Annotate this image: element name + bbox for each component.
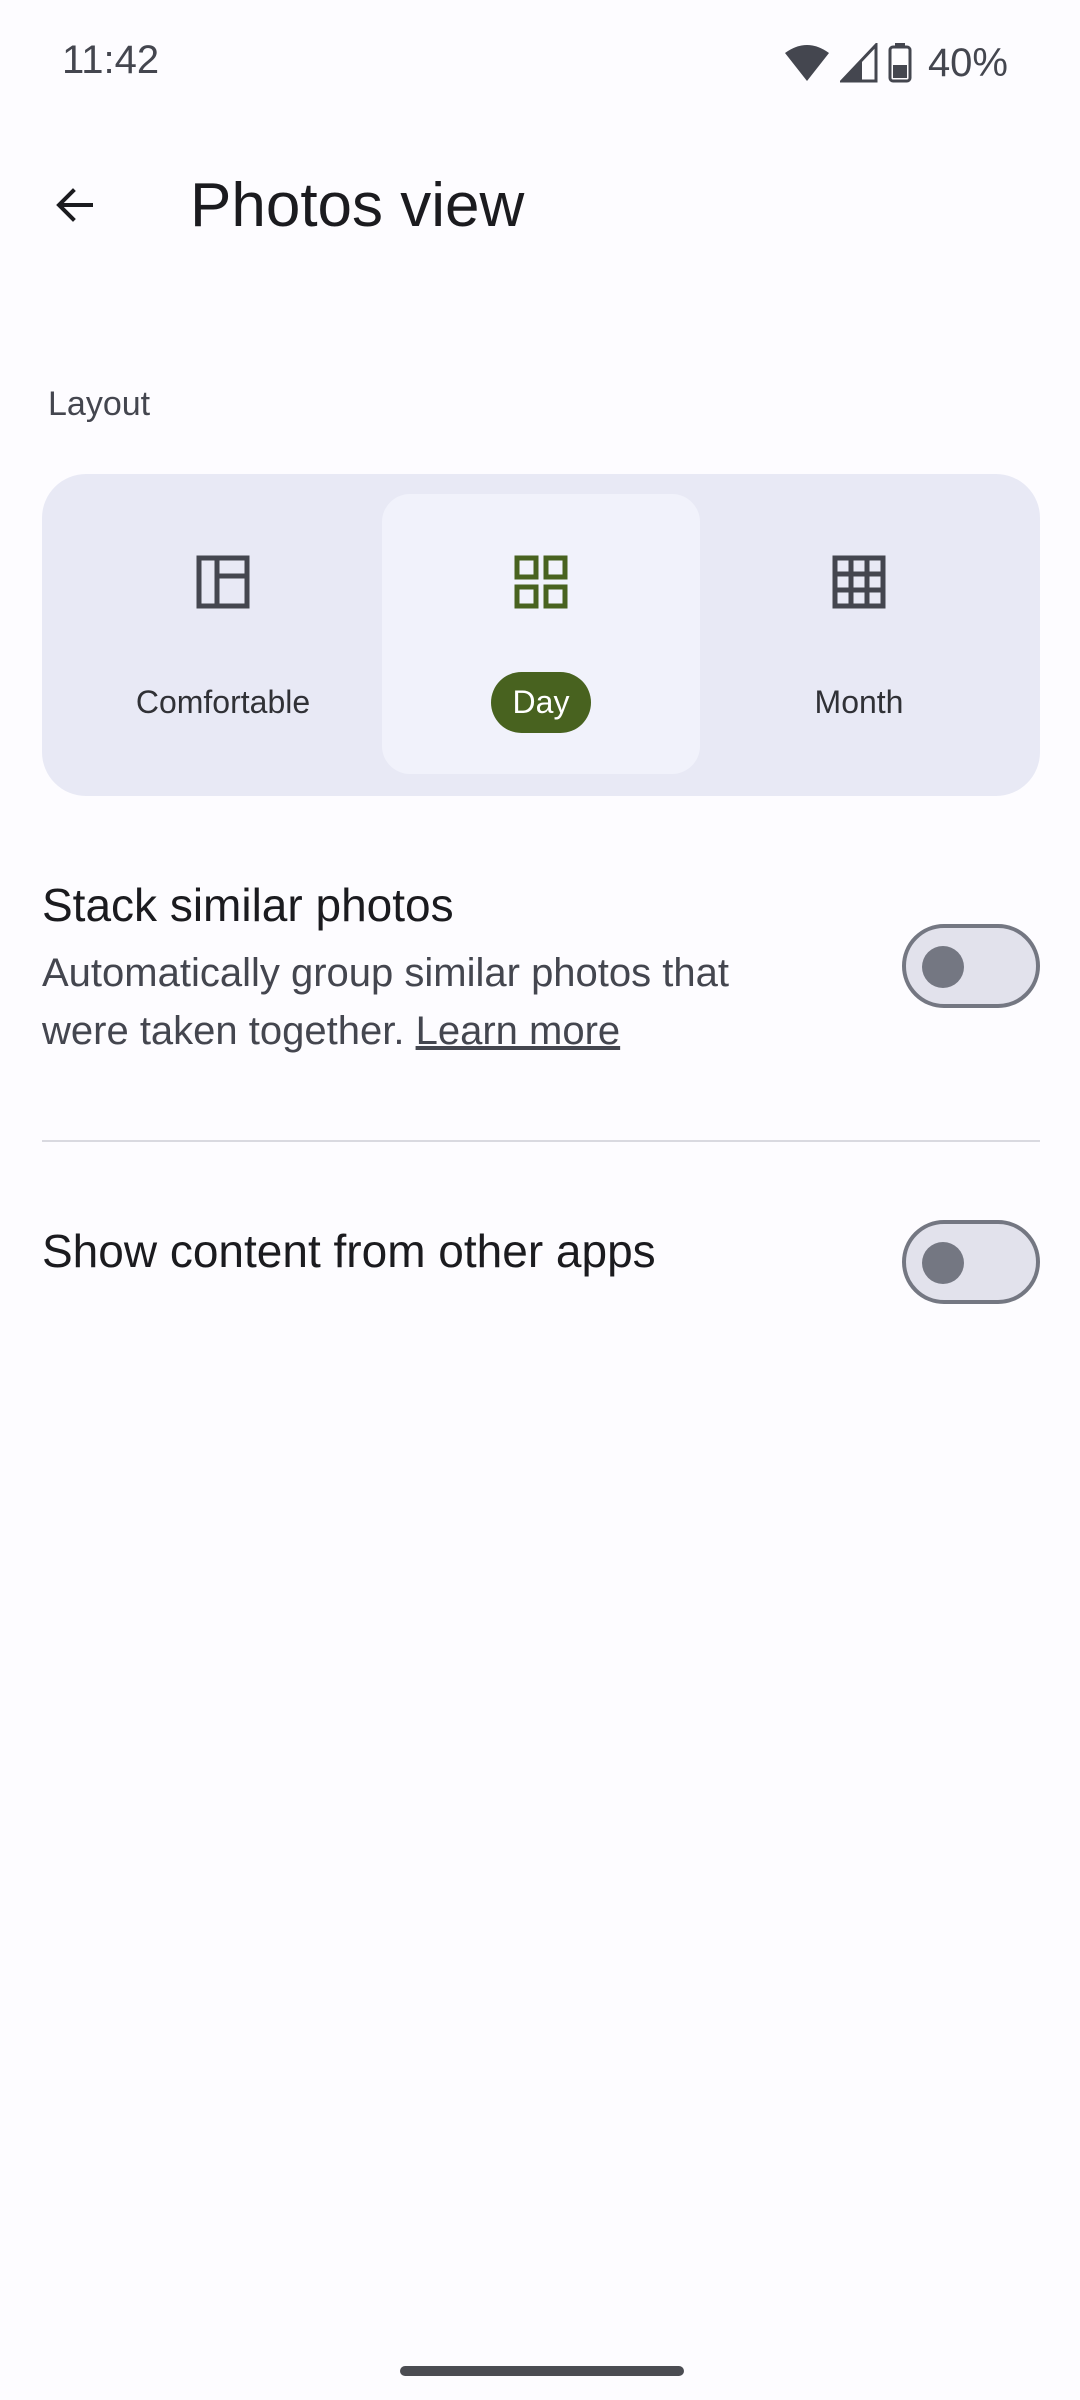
cellular-signal-icon [839, 43, 878, 83]
day-grid-icon [514, 555, 568, 609]
app-bar: Photos view [0, 150, 1080, 270]
stack-similar-setting[interactable]: Stack similar photos Automatically group… [42, 878, 1040, 1060]
other-apps-title: Show content from other apps [42, 1225, 656, 1277]
status-bar: 11:42 40% [0, 0, 1080, 126]
layout-section-label: Layout [48, 385, 151, 423]
toggle-knob [922, 946, 964, 988]
status-icons: 40% [784, 38, 1008, 88]
layout-option-month[interactable]: Month [700, 494, 1018, 774]
back-button[interactable] [30, 160, 120, 250]
page-title: Photos view [190, 171, 525, 240]
selected-chip: Day [490, 672, 592, 733]
layout-selector: Comfortable Day Month [42, 474, 1040, 796]
status-time: 11:42 [62, 38, 160, 82]
battery-icon [888, 43, 912, 83]
learn-more-link[interactable]: Learn more [416, 1009, 621, 1053]
month-grid-icon [832, 555, 886, 609]
gesture-nav-handle[interactable] [400, 2366, 684, 2376]
other-apps-toggle[interactable] [902, 1220, 1040, 1304]
arrow-back-icon [56, 188, 93, 222]
stack-similar-desc-text: Automatically group similar photos that … [42, 951, 729, 1053]
divider [42, 1140, 1040, 1142]
comfortable-layout-icon [196, 555, 250, 609]
layout-option-label: Month [814, 684, 904, 720]
stack-similar-toggle[interactable] [902, 924, 1040, 1008]
toggle-knob [922, 1242, 964, 1284]
stack-similar-description: Automatically group similar photos that … [42, 944, 822, 1060]
battery-percentage: 40% [927, 40, 1008, 85]
wifi-icon [784, 45, 829, 81]
layout-option-comfortable[interactable]: Comfortable [64, 494, 382, 774]
layout-option-label-selected: Day [382, 672, 700, 733]
layout-option-label: Comfortable [135, 684, 311, 720]
other-apps-setting[interactable]: Show content from other apps [42, 1224, 1040, 1278]
layout-option-day[interactable]: Day [382, 494, 700, 774]
stack-similar-title: Stack similar photos [42, 879, 454, 931]
